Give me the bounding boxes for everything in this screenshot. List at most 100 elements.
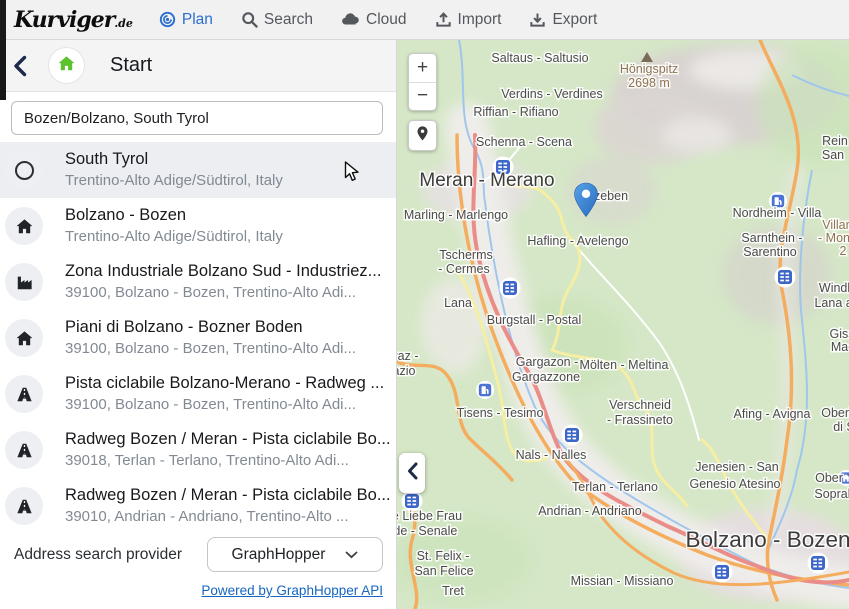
terrain-blob bbox=[661, 117, 733, 153]
app-window: Kurviger.de Plan Search Cloud Import Exp… bbox=[0, 0, 849, 609]
map-label: San Felice bbox=[414, 564, 473, 578]
map-label: Nordheim - Villa bbox=[733, 206, 822, 220]
search-results-list: South Tyrol Trentino-Alto Adige/Südtirol… bbox=[0, 142, 396, 534]
map-label: Afing - Avigna bbox=[734, 407, 811, 421]
zoom-in-button[interactable]: + bbox=[409, 54, 436, 83]
nav-item-plan[interactable]: Plan bbox=[159, 11, 213, 29]
industry-icon bbox=[5, 263, 43, 301]
map-label: - Mon bbox=[818, 231, 849, 245]
result-row-radweg-andrian[interactable]: Radweg Bozen / Meran - Pista ciclabile B… bbox=[0, 478, 396, 534]
search-area bbox=[0, 92, 396, 142]
provider-label: Address search provider bbox=[14, 545, 182, 563]
result-title: Radweg Bozen / Meran - Pista ciclabile B… bbox=[65, 430, 391, 449]
nav-item-search[interactable]: Search bbox=[241, 11, 313, 29]
map-label: e Liebe Frau bbox=[397, 509, 462, 523]
result-row-radweg-terlan[interactable]: Radweg Bozen / Meran - Pista ciclabile B… bbox=[0, 422, 396, 478]
map-label: Burgstall - Postal bbox=[487, 313, 581, 327]
import-icon bbox=[435, 11, 452, 28]
set-marker-button[interactable] bbox=[408, 120, 437, 151]
result-title: Bolzano - Bozen bbox=[65, 206, 187, 225]
result-title: Piani di Bolzano - Bozner Boden bbox=[65, 318, 303, 337]
map-label: Genesio Atesino bbox=[689, 477, 780, 491]
window-edge-strip bbox=[0, 0, 6, 100]
provider-select[interactable]: GraphHopper bbox=[207, 537, 383, 572]
motorway-shield-icon bbox=[807, 552, 829, 574]
map-label: Mölten - Meltina bbox=[580, 358, 669, 372]
search-icon bbox=[241, 11, 258, 28]
result-row-bolzano[interactable]: Bolzano - Bozen Trentino-Alto Adige/Südt… bbox=[0, 198, 396, 254]
result-row-zona-industriale[interactable]: Zona Industriale Bolzano Sud - Industrie… bbox=[0, 254, 396, 310]
fuel-station-icon bbox=[476, 381, 494, 399]
map-label: Gargazon - bbox=[516, 355, 579, 369]
result-subtitle: Trentino-Alto Adige/Südtirol, Italy bbox=[65, 172, 283, 190]
collapse-panel-button[interactable] bbox=[399, 453, 425, 493]
map-label: Schenna - Scena bbox=[476, 135, 572, 149]
map-label: Oberin bbox=[821, 406, 849, 420]
motorway-shield-icon bbox=[561, 424, 583, 446]
powered-by-link[interactable]: Powered by GraphHopper API bbox=[201, 583, 383, 598]
export-icon bbox=[529, 11, 546, 28]
map-pin-icon bbox=[415, 124, 430, 148]
home-waypoint-button[interactable] bbox=[48, 47, 85, 84]
panel-header: Start bbox=[0, 40, 396, 92]
provider-row: Address search provider GraphHopper bbox=[0, 537, 396, 572]
provider-selected-value: GraphHopper bbox=[231, 545, 326, 563]
nav-item-export[interactable]: Export bbox=[529, 11, 597, 29]
result-subtitle: Trentino-Alto Adige/Südtirol, Italy bbox=[65, 228, 283, 246]
map-label: Nals - Nalles bbox=[516, 448, 587, 462]
map-label: Terlan - Terlano bbox=[572, 480, 658, 494]
road-icon bbox=[5, 431, 43, 469]
map-label: - Frassineto bbox=[607, 413, 673, 427]
map-view[interactable]: Saltaus - Saltusio Hönigspitz 2698 m Verdin… bbox=[397, 40, 849, 609]
map-label: Sarnthein - bbox=[741, 231, 802, 245]
circle-icon bbox=[14, 160, 34, 180]
map-label: Jenesien - San bbox=[695, 460, 778, 474]
road-icon bbox=[5, 487, 43, 525]
kurviger-logo[interactable]: Kurviger.de bbox=[14, 7, 133, 33]
home-icon bbox=[57, 54, 76, 78]
address-search-input[interactable] bbox=[11, 101, 383, 135]
nav-label: Search bbox=[263, 10, 314, 28]
map-label: San bbox=[822, 148, 844, 162]
map-label: St. Felix - bbox=[417, 549, 470, 563]
map-label: Windla bbox=[819, 281, 849, 295]
result-row-pista-ciclabile[interactable]: Pista ciclabile Bolzano-Merano - Radweg … bbox=[0, 366, 396, 422]
result-subtitle: 39018, Terlan - Terlano, Trentino-Alto A… bbox=[65, 452, 349, 470]
map-label: Andrian - Andriano bbox=[538, 504, 642, 518]
home-icon bbox=[5, 207, 43, 245]
nav-item-cloud[interactable]: Cloud bbox=[341, 11, 407, 29]
motorway-shield-icon bbox=[774, 266, 796, 288]
map-label: Mad bbox=[831, 340, 849, 354]
motorway-shield-icon bbox=[499, 277, 521, 299]
map-label: Verschneid bbox=[609, 398, 671, 412]
map-label: Ober bbox=[815, 471, 843, 485]
map-label: raz - bbox=[397, 349, 419, 363]
map-canvas[interactable]: Saltaus - Saltusio Hönigspitz2698 m Verdin… bbox=[397, 40, 849, 609]
map-label: Riffian - Rifiano bbox=[473, 105, 558, 119]
road-icon bbox=[5, 375, 43, 413]
nav-menu: Plan Search Cloud Import Export bbox=[159, 11, 597, 29]
result-title: Zona Industriale Bolzano Sud - Industrie… bbox=[65, 262, 382, 281]
map-label: zeben bbox=[594, 189, 628, 203]
nav-label: Export bbox=[552, 10, 598, 28]
map-label: Marling - Marlengo bbox=[404, 208, 508, 222]
back-button[interactable] bbox=[13, 54, 33, 78]
map-label: Sarentino bbox=[743, 245, 797, 259]
map-label: Hafling - Avelengo bbox=[527, 234, 628, 248]
map-label: Villar bbox=[822, 218, 849, 232]
map-label: Gargazzone bbox=[512, 370, 580, 384]
result-row-south-tyrol[interactable]: South Tyrol Trentino-Alto Adige/Südtirol… bbox=[0, 142, 396, 198]
result-subtitle: 39100, Bolzano - Bozen, Trentino-Alto Ad… bbox=[65, 284, 357, 302]
result-subtitle: 39010, Andrian - Andriano, Trentino-Alto… bbox=[65, 508, 349, 526]
top-navigation-bar: Kurviger.de Plan Search Cloud Import Exp… bbox=[0, 0, 849, 40]
result-row-piani-di-bolzano[interactable]: Piani di Bolzano - Bozner Boden 39100, B… bbox=[0, 310, 396, 366]
map-label: Giss bbox=[830, 327, 849, 341]
map-label: Lana al bbox=[814, 296, 849, 310]
motorway-shield-icon bbox=[711, 561, 733, 583]
map-label: di S bbox=[833, 420, 849, 434]
zoom-out-button[interactable]: − bbox=[409, 83, 436, 111]
map-label: Tscherms bbox=[439, 248, 492, 262]
region-icon bbox=[5, 151, 43, 189]
nav-item-import[interactable]: Import bbox=[435, 11, 501, 29]
page-title: Start bbox=[110, 54, 153, 76]
